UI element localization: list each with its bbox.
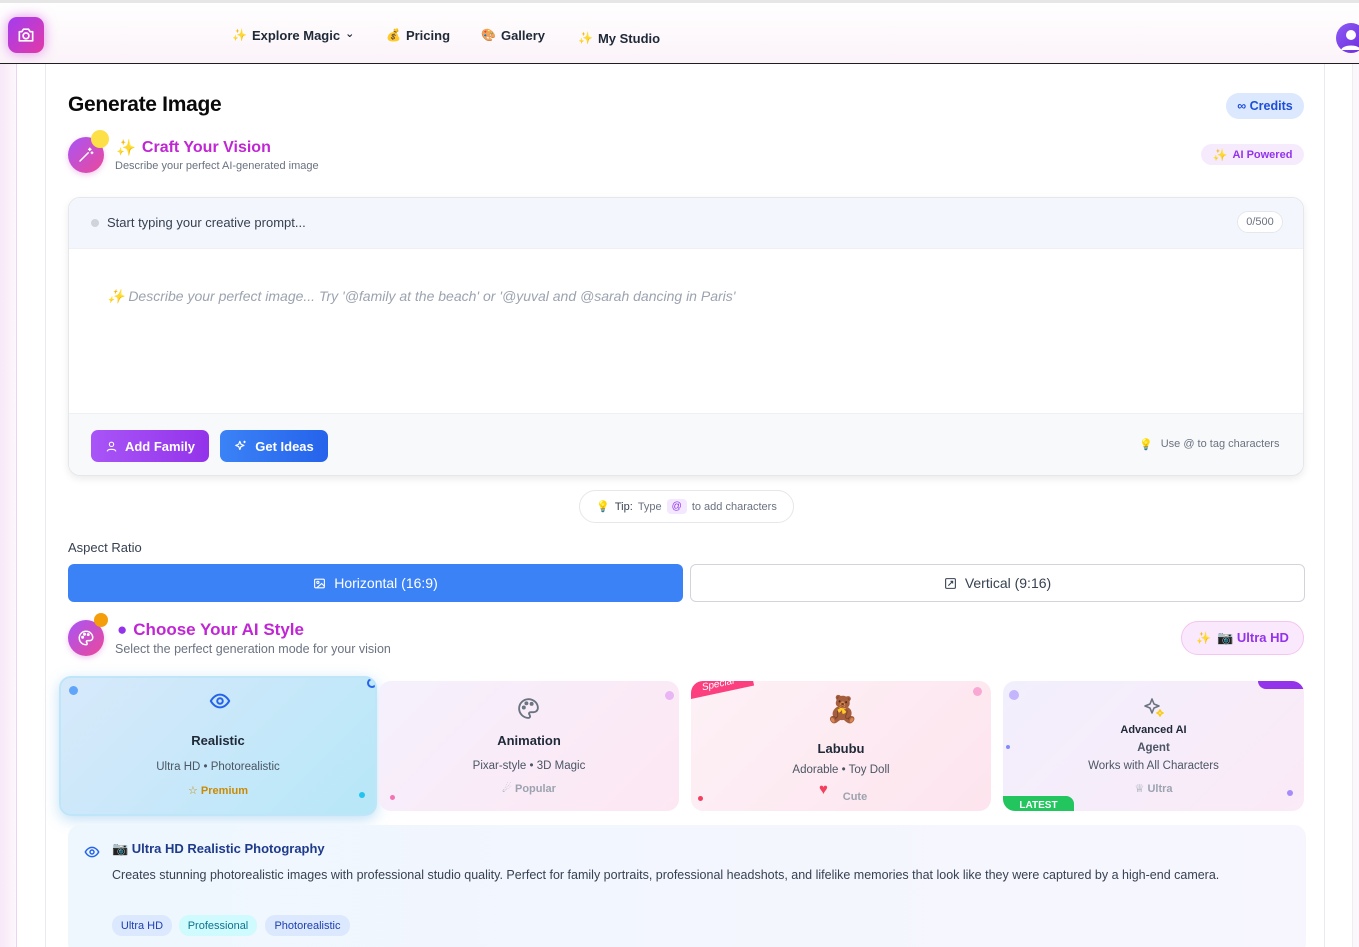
section-title-vision: ✨ Craft Your Vision [116, 139, 271, 157]
money-bag-icon: 💰 [386, 28, 401, 42]
chip-ultra-hd: Ultra HD [112, 915, 172, 936]
style-description-panel: 📷 Ultra HD Realistic Photography Creates… [68, 825, 1306, 947]
corner-ribbon [1258, 681, 1304, 689]
sparkles-icon [235, 440, 246, 451]
camera-logo-icon[interactable] [8, 17, 44, 53]
ultra-hd-badge[interactable]: ✨ 📷 Ultra HD [1181, 621, 1304, 655]
decorative-dot [69, 686, 78, 695]
decorative-dot [698, 796, 703, 801]
latest-badge: LATEST [1003, 796, 1074, 811]
sparkles-icon: ✨ [578, 31, 593, 45]
eye-icon [84, 846, 100, 858]
lightbulb-icon: 💡 [596, 501, 610, 513]
style-card-advanced-ai[interactable]: Advanced AI Agent Works with All Charact… [1003, 681, 1304, 811]
special-ribbon: Special [691, 681, 755, 701]
decorative-dot [91, 130, 109, 148]
decorative-dot [94, 613, 108, 627]
style-card-animation[interactable]: Animation Pixar-style • 3D Magic ☄ Popul… [379, 681, 679, 811]
chip-professional: Professional [179, 915, 257, 936]
palette-icon [518, 698, 539, 719]
tip-pill: 💡 Tip: Type @ to add characters [579, 490, 794, 523]
sparkles-icon: ✨ [116, 140, 136, 157]
section-subtitle-style: Select the perfect generation mode for y… [115, 642, 391, 656]
palette-icon: 🎨 [481, 28, 496, 42]
comet-icon: ☄ [502, 783, 512, 795]
sparkles-icon: ✨ [232, 28, 247, 42]
nav-item-gallery[interactable]: 🎨 Gallery [481, 3, 545, 67]
prompt-box: Start typing your creative prompt... 0/5… [68, 197, 1304, 476]
aspect-ratio-label: Aspect Ratio [68, 540, 142, 555]
prompt-footer: Add Family Get Ideas 💡 Use @ to tag char… [69, 413, 1303, 475]
status-dot [91, 219, 99, 227]
nav-item-explore-magic[interactable]: ✨ Explore Magic ⌄ [232, 3, 354, 67]
main-content: Generate Image ∞ Credits ✨ Craft Your Vi… [16, 64, 1353, 947]
prompt-header: Start typing your creative prompt... 0/5… [69, 198, 1303, 249]
image-icon [314, 578, 326, 588]
lightbulb-icon: 💡 [1139, 439, 1153, 451]
nav-item-pricing[interactable]: 💰 Pricing [386, 3, 450, 67]
crown-icon: ♕ [1134, 783, 1145, 795]
style-card-labubu[interactable]: Special 🧸 Labubu Adorable • Toy Doll ♥ C… [691, 681, 991, 811]
decorative-dot [1009, 690, 1019, 700]
aspect-horizontal-button[interactable]: Horizontal (16:9) [68, 564, 683, 602]
style-description-title: 📷 Ultra HD Realistic Photography [112, 841, 325, 856]
credits-badge[interactable]: ∞ Credits [1226, 93, 1304, 119]
chevron-down-icon: ⌄ [345, 27, 355, 40]
character-counter: 0/500 [1237, 211, 1283, 233]
sparkles-icon: ✨ [1212, 147, 1228, 162]
style-description-text: Creates stunning photorealistic images w… [112, 868, 1220, 882]
top-navigation-bar: ✨ Explore Magic ⌄ 💰 Pricing 🎨 Gallery ✨ … [0, 0, 1359, 64]
section-subtitle-vision: Describe your perfect AI-generated image [115, 160, 319, 172]
user-avatar[interactable] [1336, 23, 1359, 53]
aspect-vertical-button[interactable]: Vertical (9:16) [690, 564, 1305, 602]
get-ideas-button[interactable]: Get Ideas [220, 430, 328, 462]
teddy-bear-icon: 🧸 [826, 694, 859, 724]
palette-icon: ● [117, 620, 128, 639]
prompt-label: Start typing your creative prompt... [107, 215, 306, 230]
star-icon: ☆ [187, 785, 198, 797]
eye-icon [209, 693, 231, 709]
decorative-dot [665, 691, 674, 700]
decorative-dot [390, 795, 395, 800]
page-title: Generate Image [68, 93, 222, 116]
add-family-button[interactable]: Add Family [91, 430, 209, 462]
generate-card: Generate Image ∞ Credits ✨ Craft Your Vi… [45, 64, 1325, 947]
sparkles-icon: ✨ [1196, 631, 1212, 645]
at-symbol-chip: @ [666, 499, 687, 514]
sparkles-icon [1144, 698, 1164, 717]
tag-hint: 💡 Use @ to tag characters [1139, 438, 1280, 451]
style-card-realistic[interactable]: Realistic Ultra HD • Photorealistic ☆ Pr… [59, 676, 377, 816]
decorative-dot [367, 678, 375, 688]
prompt-textarea[interactable]: ✨ Describe your perfect image... Try '@f… [107, 288, 735, 305]
ai-powered-badge: ✨ AI Powered [1201, 144, 1304, 165]
decorative-dot [973, 687, 982, 696]
nav-item-my-studio[interactable]: ✨ My Studio [578, 6, 660, 70]
section-title-style: ● Choose Your AI Style [117, 620, 304, 639]
chip-photorealistic: Photorealistic [265, 915, 350, 936]
user-icon [106, 441, 117, 452]
frame-icon [944, 577, 956, 589]
